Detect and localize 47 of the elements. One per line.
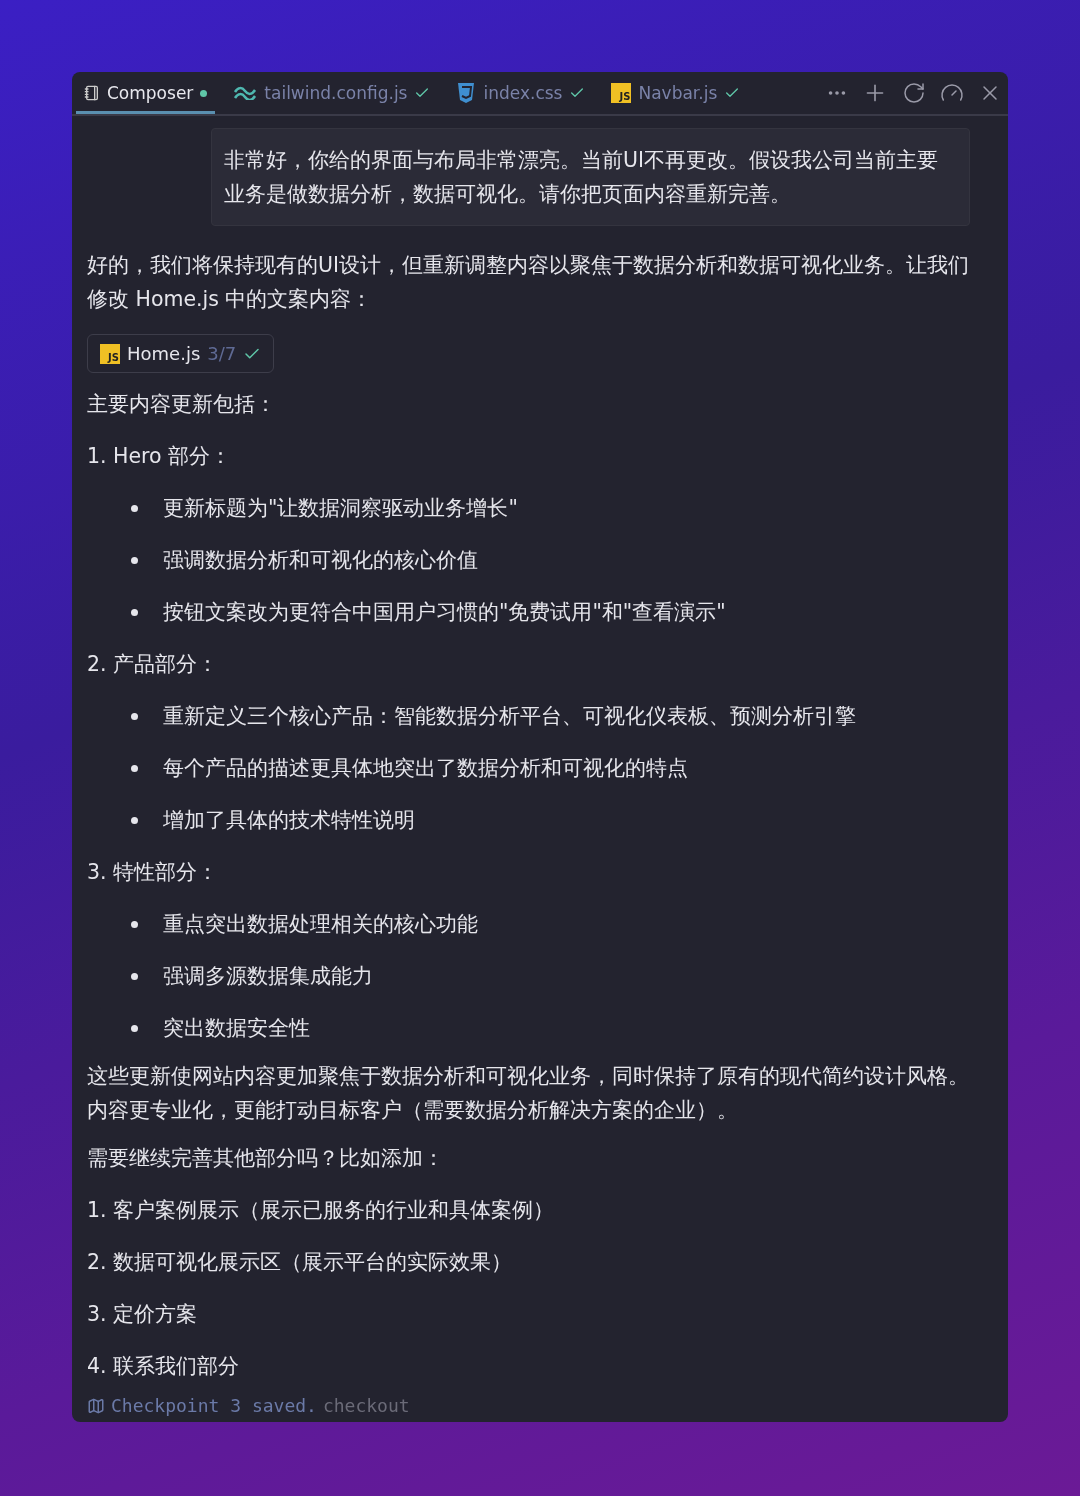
numbered-item: 2. 数据可视化展示区（展示平台的实际效果） [87,1249,514,1276]
bullet-icon [131,556,138,564]
reply-paragraph: 这些更新使网站内容更加聚焦于数据分析和可视化业务，同时保持了原有的现代简约设计风格。内容更专业化，更能打动目标客户（需要数据分析解决方案的企业）。 [87,1063,970,1124]
checkpoint-text: Checkpoint 3 saved. [111,1395,317,1416]
file-chip[interactable]: JS Home.js 3/7 [87,334,275,373]
js-icon: JS [100,343,120,364]
bullet-item: 重新定义三个核心产品：智能数据分析平台、可视化仪表板、预测分析引擎 [163,703,856,730]
numbered-item: 3. 特性部分： [87,859,220,886]
refresh-icon[interactable] [902,81,926,105]
numbered-item: 1. 客户案例展示（展示已服务的行业和具体案例） [87,1197,556,1224]
bullet-icon [131,920,138,928]
bullet-item: 强调数据分析和可视化的核心价值 [163,547,478,574]
tab-label: tailwind.config.js [264,83,408,103]
editor-tab[interactable]: index.css [448,72,594,114]
bullet-item: 重点突出数据处理相关的核心功能 [163,911,478,938]
bullet-item: 每个产品的描述更具体地突出了数据分析和可视化的特点 [163,755,688,782]
bullet-item: 突出数据安全性 [163,1015,310,1042]
user-message: 非常好，你给的界面与布局非常漂亮。当前UI不再更改。假设我公司当前主要业务是做数据分析，数据可视化。请你把页面内容重新完善。 [211,128,970,226]
numbered-item: 2. 产品部分： [87,651,220,678]
bullet-icon [131,608,138,616]
reply-paragraph: 好的，我们将保持现有的UI设计，但重新调整内容以聚焦于数据分析和数据可视化业务。让我们修改 Home.js 中的文案内容： [87,252,970,313]
tab-label: index.css [483,83,563,103]
bullet-icon [131,1024,138,1032]
shield-icon [456,82,477,104]
bullet-icon [131,816,138,824]
bullet-item: 按钮文案改为更符合中国用户习惯的"免费试用"和"查看演示" [163,599,726,626]
tab-label: Composer [107,83,194,103]
tab-label: Navbar.js [638,83,718,103]
reply-paragraph: 需要继续完善其他部分吗？比如添加： [87,1145,445,1172]
bullet-icon [131,504,138,512]
map-icon [87,1396,105,1415]
numbered-item: 3. 定价方案 [87,1301,199,1328]
bullet-item: 增加了具体的技术特性说明 [163,807,415,834]
bullet-icon [131,712,138,720]
reply-paragraph: 主要内容更新包括： [87,391,277,418]
editor-tab[interactable]: tailwind.config.js [225,72,439,114]
editor-tab[interactable]: Composer [76,72,216,114]
bullet-item: 强调多源数据集成能力 [163,963,373,990]
bullet-icon [131,972,138,980]
bullet-icon [131,764,138,772]
editor-tab[interactable]: JS Navbar.js [603,72,749,114]
wave-icon [233,86,258,100]
numbered-item: 1. Hero 部分： [87,443,233,470]
bullet-item: 更新标题为"让数据洞察驱动业务增长" [163,495,518,522]
js-icon: JS [611,83,632,103]
notebook-icon [84,85,100,101]
numbered-item: 4. 联系我们部分 [87,1353,241,1380]
